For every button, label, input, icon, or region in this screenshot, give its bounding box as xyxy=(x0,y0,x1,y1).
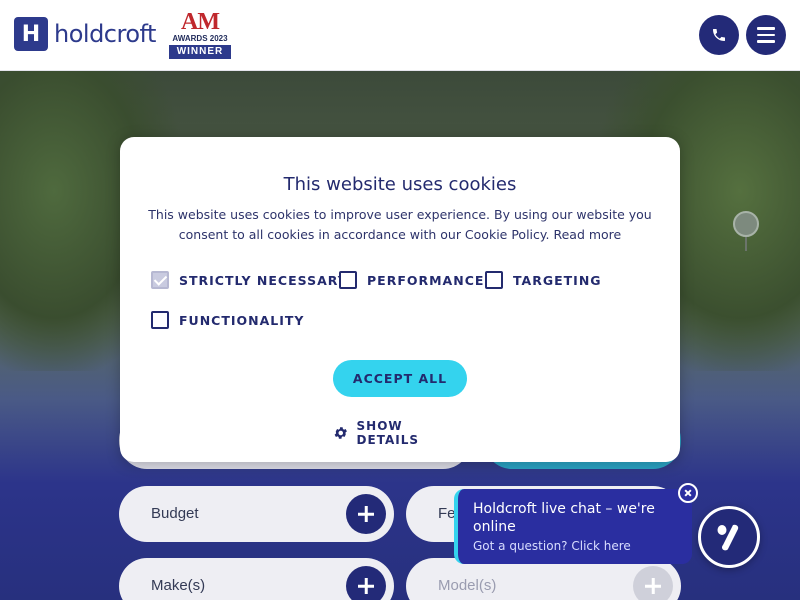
plus-icon xyxy=(346,494,386,534)
award-title: AM xyxy=(181,9,220,35)
model-label: Model(s) xyxy=(438,577,497,594)
checkbox-unchecked-icon xyxy=(151,311,169,329)
plus-icon xyxy=(346,566,386,600)
performance-label: PERFORMANCE xyxy=(367,272,485,288)
live-chat-title: Holdcroft live chat – we're online xyxy=(473,501,655,535)
fe-label: Fe xyxy=(438,505,456,522)
live-chat-subtitle: Got a question? Click here xyxy=(473,539,631,553)
road-sign-image xyxy=(733,211,759,237)
functionality-label: FUNCTIONALITY xyxy=(179,312,305,328)
strictly-necessary-checkbox[interactable]: STRICTLY NECESSARY xyxy=(151,271,348,289)
close-icon[interactable] xyxy=(678,483,698,503)
show-details-label: SHOW DETAILS xyxy=(356,419,419,447)
checkbox-unchecked-icon xyxy=(485,271,503,289)
live-chat-bubble[interactable]: Holdcroft live chat – we're online Got a… xyxy=(454,489,692,564)
make-select[interactable]: Make(s) xyxy=(119,558,394,600)
budget-select[interactable]: Budget xyxy=(119,486,394,542)
menu-button[interactable] xyxy=(746,15,786,55)
functionality-checkbox[interactable]: FUNCTIONALITY xyxy=(151,311,304,329)
gear-icon xyxy=(334,427,347,439)
checkbox-unchecked-icon xyxy=(339,271,357,289)
am-awards-badge: AM AWARDS 2023 WINNER xyxy=(169,10,231,59)
hamburger-menu-icon xyxy=(757,23,775,47)
chat-logo-icon xyxy=(717,524,739,551)
make-label: Make(s) xyxy=(151,577,206,594)
read-more-link[interactable]: Read more xyxy=(553,227,621,242)
show-details-button[interactable]: SHOW DETAILS xyxy=(333,419,467,447)
holdcroft-logo[interactable]: H holdcroft xyxy=(14,17,156,51)
live-chat-launcher-button[interactable] xyxy=(698,506,760,568)
phone-button[interactable] xyxy=(699,15,739,55)
cookie-consent-dialog: This website uses cookies This website u… xyxy=(120,137,680,462)
accept-all-button[interactable]: ACCEPT ALL xyxy=(333,360,467,397)
targeting-checkbox[interactable]: TARGETING xyxy=(485,271,602,289)
targeting-label: TARGETING xyxy=(513,272,602,288)
model-select[interactable]: Model(s) xyxy=(406,558,681,600)
checkbox-checked-icon xyxy=(151,271,169,289)
strictly-necessary-label: STRICTLY NECESSARY xyxy=(179,272,348,288)
budget-label: Budget xyxy=(151,505,199,522)
performance-checkbox[interactable]: PERFORMANCE xyxy=(339,271,484,289)
cookie-dialog-title: This website uses cookies xyxy=(283,174,517,195)
road-sign-pole xyxy=(745,237,747,251)
cookie-dialog-text: This website uses cookies to improve use… xyxy=(136,205,664,245)
logo-text: holdcroft xyxy=(54,20,156,48)
plus-icon xyxy=(633,566,673,600)
award-year: AWARDS 2023 xyxy=(172,34,228,43)
site-header: H holdcroft AM AWARDS 2023 WINNER xyxy=(0,0,800,71)
logo-mark: H xyxy=(14,17,48,51)
award-winner-label: WINNER xyxy=(169,45,231,59)
phone-icon xyxy=(713,29,725,41)
